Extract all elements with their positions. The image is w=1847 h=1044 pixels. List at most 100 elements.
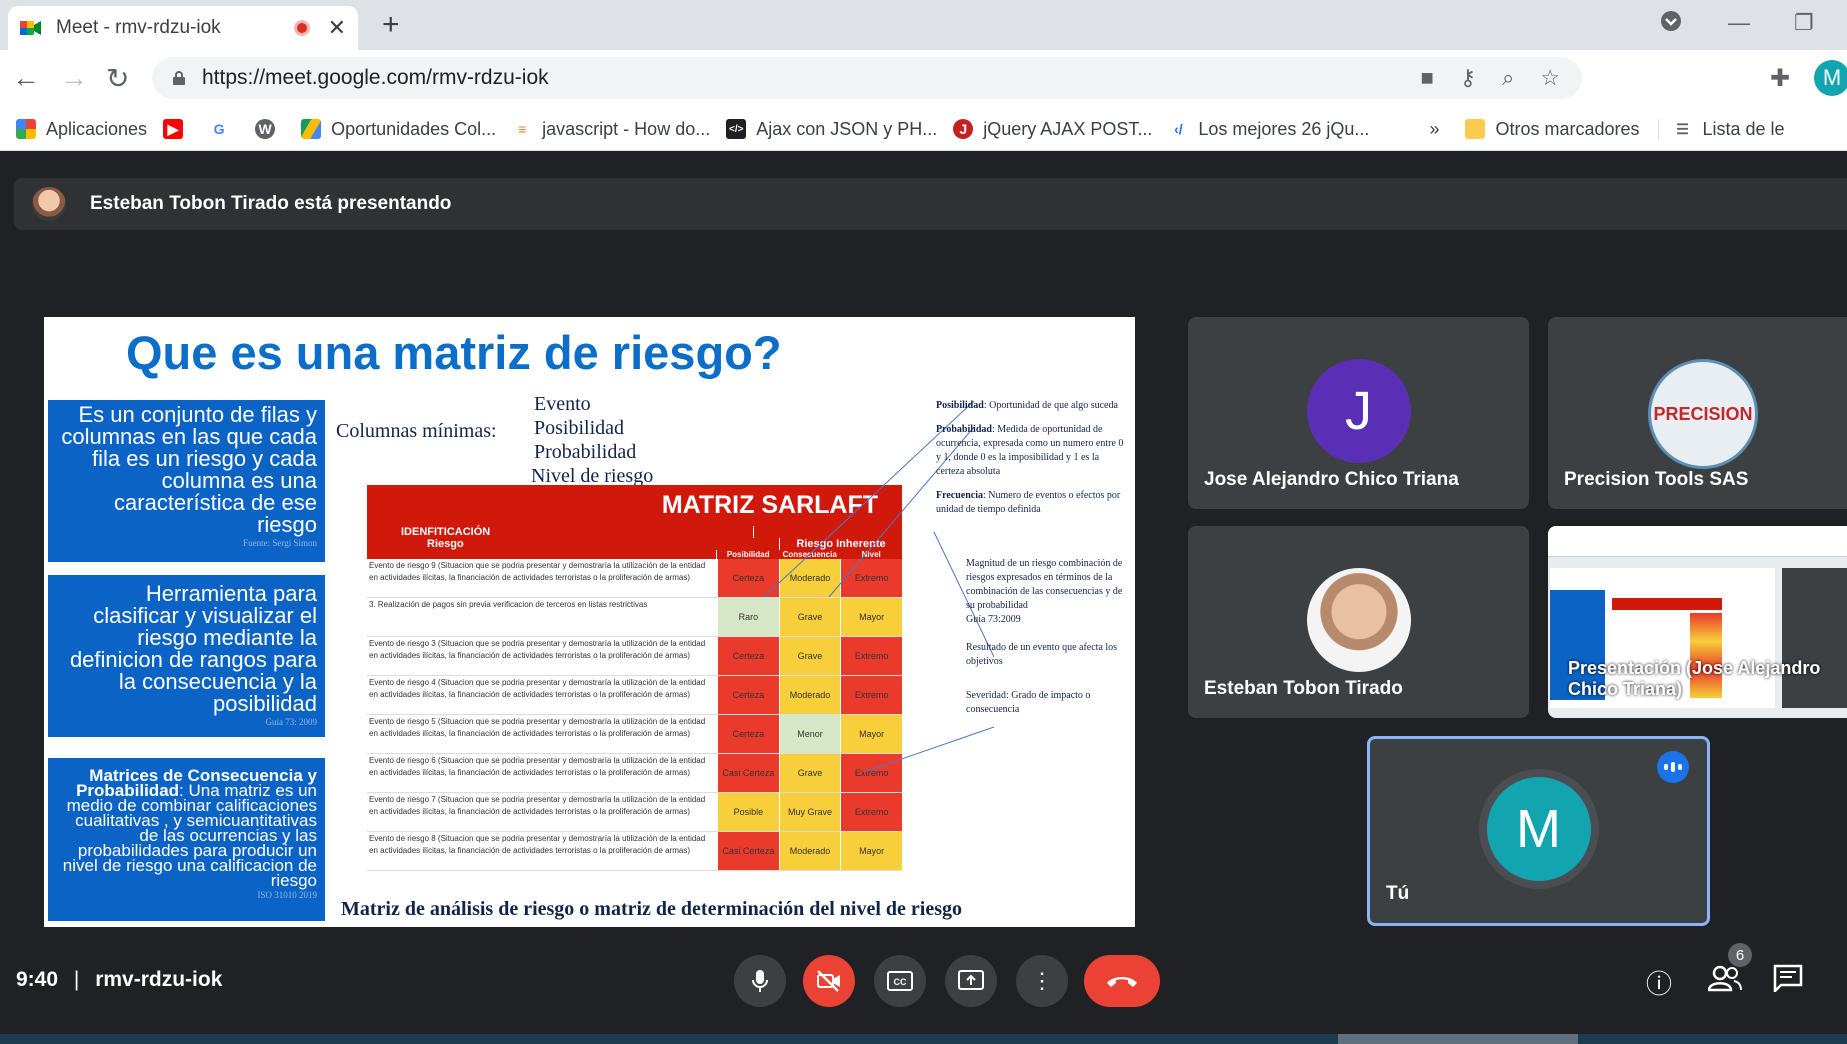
more-options-button[interactable]: ⋮ xyxy=(1016,955,1068,1007)
address-bar[interactable]: https://meet.google.com/rmv-rdzu-iok ■ ⚷… xyxy=(152,57,1582,99)
definition-box-2: Herramienta para clasificar y visualizar… xyxy=(48,575,325,737)
participant-name: Esteban Tobon Tirado xyxy=(1204,678,1403,699)
other-bookmarks[interactable]: Otros marcadores xyxy=(1465,119,1640,140)
camera-off-button[interactable] xyxy=(803,955,855,1007)
presenting-banner: Esteban Tobon Tirado está presentando xyxy=(14,178,1847,230)
reload-icon[interactable]: ↻ xyxy=(106,62,129,95)
participant-name: Presentación (Jose Alejandro Chico Trian… xyxy=(1568,658,1821,699)
columns-label: Columnas mínimas: xyxy=(336,420,497,442)
matrix-row-description: Evento de riesgo 3 (Situacion que se pod… xyxy=(369,639,706,660)
matrix-cell-n: Mayor xyxy=(841,832,902,870)
svg-text:CC: CC xyxy=(894,977,907,987)
present-screen-icon xyxy=(958,970,984,990)
matrix-row-description: Evento de riesgo 6 (Situacion que se pod… xyxy=(369,756,706,777)
folder-icon xyxy=(1465,119,1486,139)
leave-call-button[interactable] xyxy=(1084,955,1160,1007)
matrix-cell-p: Casi Certeza xyxy=(718,832,779,870)
meeting-time-code: 9:40 | rmv-rdzu-iok xyxy=(16,968,223,991)
restore-icon[interactable]: ❐ xyxy=(1794,10,1814,36)
slide-footer: Matriz de análisis de riesgo o matriz de… xyxy=(341,898,963,920)
bookmark-mejores[interactable]: ‹/ Los mejores 26 jQu... xyxy=(1168,119,1369,140)
tile-jose[interactable]: J Jose Alejandro Chico Triana xyxy=(1188,317,1529,509)
captions-icon: CC xyxy=(887,971,913,991)
column-posibilidad: Posibilidad xyxy=(534,417,625,439)
header-identificacion: IDENFITICACIÓN xyxy=(367,526,754,538)
more-bookmarks-button[interactable]: » xyxy=(1429,119,1439,140)
forward-icon[interactable]: → xyxy=(60,62,88,94)
camera-off-icon xyxy=(817,970,840,992)
tile-presentation[interactable]: Presentación (Jose Alejandro Chico Trian… xyxy=(1548,526,1847,718)
meet-logo-icon xyxy=(20,21,41,35)
definition-box-3: Matrices de Consecuencia y Probabilidad:… xyxy=(48,758,325,921)
present-now-button[interactable] xyxy=(945,955,997,1007)
youtube-icon: ▶ xyxy=(163,119,184,139)
matrix-cell-p: Posible xyxy=(718,793,779,831)
columns-list: Evento Posibilidad Probabilidad Nivel de… xyxy=(531,392,653,488)
new-tab-button[interactable]: + xyxy=(382,8,400,42)
bookmark-stackoverflow[interactable]: ≡ javascript - How do... xyxy=(512,119,710,140)
tile-self[interactable]: M Tú xyxy=(1367,736,1710,926)
presenting-text: Esteban Tobon Tirado está presentando xyxy=(90,193,452,214)
meeting-code: rmv-rdzu-iok xyxy=(95,968,223,991)
mini-browser xyxy=(1548,526,1847,557)
reading-list[interactable]: ☰ Lista de le xyxy=(1657,118,1785,140)
lock-icon xyxy=(173,71,185,85)
stackoverflow-icon: ≡ xyxy=(518,121,527,137)
definition-source-3: ISO 31010 2019 xyxy=(257,890,317,900)
shared-presentation: Que es una matriz de riesgo? Es un conju… xyxy=(44,317,1135,927)
tab-search-icon[interactable] xyxy=(1660,10,1682,38)
scroll-thumb[interactable] xyxy=(1338,1034,1578,1044)
tile-esteban[interactable]: Esteban Tobon Tirado xyxy=(1188,526,1529,718)
bookmark-apps[interactable]: Aplicaciones xyxy=(16,119,147,140)
microphone-icon xyxy=(752,970,768,992)
participant-avatar-j: J xyxy=(1306,359,1411,463)
tab-title: Meet - rmv-rdzu-iok xyxy=(56,17,221,38)
note-frecuencia: Frecuencia: Numero de eventos o efectos … xyxy=(936,490,1121,515)
column-probabilidad: Probabilidad xyxy=(534,441,637,463)
chat-icon[interactable] xyxy=(1773,964,1803,999)
reading-list-icon: ☰ xyxy=(1676,120,1689,137)
profile-avatar[interactable]: M xyxy=(1814,60,1847,96)
matrix-row-description: Evento de riesgo 4 (Situacion que se pod… xyxy=(369,678,706,699)
captions-button[interactable]: CC xyxy=(874,955,926,1007)
bookmark-jquery[interactable]: J jQuery AJAX POST... xyxy=(953,119,1152,140)
matrix-row: Evento de riesgo 7 (Situacion que se pod… xyxy=(367,793,902,832)
bookmark-wordpress[interactable]: W xyxy=(255,119,285,139)
code-icon: </> xyxy=(726,119,747,139)
minimize-icon[interactable]: — xyxy=(1728,10,1750,36)
matrix-row-description: Evento de riesgo 5 (Situacion que se pod… xyxy=(369,717,706,738)
header-blank xyxy=(367,550,718,559)
meeting-details-icon[interactable]: ⓘ xyxy=(1646,964,1672,1001)
microphone-button[interactable] xyxy=(734,955,786,1007)
star-icon[interactable]: ☆ xyxy=(1540,65,1560,91)
close-tab-icon[interactable]: ✕ xyxy=(328,15,346,41)
taskbar-strip xyxy=(0,1034,1847,1044)
presenter-avatar xyxy=(32,187,66,221)
zoom-icon[interactable]: ⌕ xyxy=(1502,65,1514,91)
tile-precision[interactable]: PRECISION Precision Tools SAS xyxy=(1548,317,1847,509)
people-icon[interactable] xyxy=(1707,964,1742,999)
tab-meet[interactable]: Meet - rmv-rdzu-iok ✕ xyxy=(8,6,358,50)
camera-icon[interactable]: ■ xyxy=(1421,65,1434,91)
precision-logo: PRECISION xyxy=(1648,359,1758,469)
self-name: Tú xyxy=(1386,883,1410,904)
key-icon[interactable]: ⚷ xyxy=(1460,65,1476,91)
extensions-icon[interactable]: ✚ xyxy=(1770,64,1790,93)
browser-toolbar: ← → ↻ https://meet.google.com/rmv-rdzu-i… xyxy=(0,50,1847,108)
bookmarks-bar: Aplicaciones ▶ G W Oportunidades Col... … xyxy=(0,108,1847,151)
jquery-icon: J xyxy=(953,119,974,139)
bookmark-ajax[interactable]: </> Ajax con JSON y PH... xyxy=(726,119,937,140)
bookmark-youtube[interactable]: ▶ xyxy=(163,119,193,139)
definition-box-1: Es un conjunto de filas y columnas en la… xyxy=(48,400,325,562)
matrix-cell-c: Moderado xyxy=(779,832,841,870)
back-icon[interactable]: ← xyxy=(12,62,40,94)
definition-text-3: : Una matriz es un medio de combinar cal… xyxy=(62,781,317,890)
note-posibilidad: Posibilidad: Oportunidad de que algo suc… xyxy=(936,400,1118,411)
column-evento: Evento xyxy=(534,393,591,415)
bookmark-google[interactable]: G xyxy=(209,119,239,139)
note-resultado: Resultado de un evento que afecta los ob… xyxy=(966,642,1118,667)
matrix-row-description: 3. Realización de pagos sin previa verif… xyxy=(369,600,648,609)
bookmark-drive[interactable]: Oportunidades Col... xyxy=(301,119,496,140)
header-riesgo: Riesgo xyxy=(367,538,780,550)
slide-title: Que es una matriz de riesgo? xyxy=(126,326,782,379)
